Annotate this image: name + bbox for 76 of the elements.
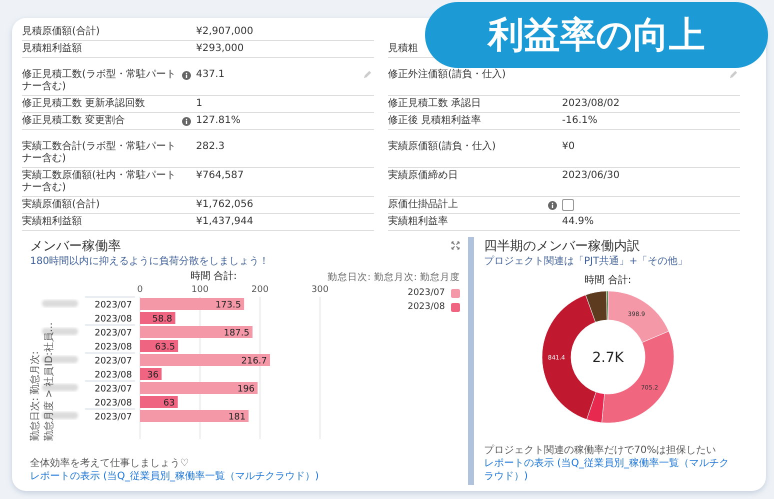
period-label: 2023/08 bbox=[94, 342, 132, 352]
bar-value: 173.5 bbox=[214, 300, 241, 310]
field-value: 2023/08/02 bbox=[562, 98, 620, 110]
bar-value: 58.8 bbox=[152, 314, 172, 324]
field-value: ¥293,000 bbox=[196, 43, 244, 55]
bar-value: 63.5 bbox=[154, 342, 175, 352]
field-label: 実績原価額(請負・仕入) bbox=[388, 141, 497, 153]
report-link[interactable]: レポートの表示 (当Q_従業員別_稼働率一覧（マルチクラウド）) bbox=[30, 470, 460, 483]
expand-icon[interactable] bbox=[451, 241, 460, 250]
field-label: 修正見積工数 承認日 bbox=[388, 98, 482, 110]
field-value: ¥1,437,944 bbox=[196, 216, 254, 228]
field-value: ¥764,587 bbox=[196, 170, 244, 182]
field-label: 実績工数合計(ラボ型・常駐パートナー含む) bbox=[22, 141, 177, 165]
field-label: 見積粗利益額 bbox=[22, 43, 83, 55]
field-label: 修正外注価額(請負・仕入) bbox=[388, 69, 507, 81]
axis-title: 時間 合計: bbox=[189, 271, 237, 283]
field-label: 実績粗利益率 bbox=[388, 216, 449, 228]
checkbox[interactable] bbox=[562, 199, 574, 211]
field-label: 実績原価締め日 bbox=[388, 170, 459, 182]
note-text: プロジェクト関連の稼働率だけで70%は担保したい bbox=[484, 444, 718, 457]
banner: 利益率の向上 bbox=[425, 2, 768, 68]
tick-label: 0 bbox=[136, 285, 142, 295]
period-label: 2023/07 bbox=[94, 356, 132, 366]
period-label: 2023/07 bbox=[94, 384, 132, 394]
period-label: 2023/07 bbox=[94, 300, 132, 310]
field-label: 修正見積工数(ラボ型・常駐パートナー含む) bbox=[22, 69, 177, 93]
period-label: 2023/08 bbox=[94, 314, 132, 324]
field-value: ¥0 bbox=[562, 141, 575, 153]
field-label: 実績粗利益額 bbox=[22, 216, 83, 228]
panel-title: 四半期のメンバー稼働内訳 bbox=[484, 239, 640, 255]
field-label: 原価仕掛品計上 bbox=[388, 199, 459, 211]
field-value: 1 bbox=[196, 98, 202, 110]
field-label: 見積原価額(合計) bbox=[22, 26, 101, 38]
field-value: ¥2,907,000 bbox=[196, 26, 254, 38]
axis-title: 勤怠日次: 勤怠月次: bbox=[30, 351, 42, 441]
tick-label: 300 bbox=[310, 285, 328, 295]
period-label: 2023/08 bbox=[94, 370, 132, 380]
chart-title: 時間 合計: bbox=[584, 275, 632, 287]
field-value: -16.1% bbox=[562, 115, 598, 127]
total-value: 2.7K bbox=[592, 350, 624, 366]
bar-value: 216.7 bbox=[240, 356, 267, 366]
period-label: 2023/07 bbox=[94, 412, 132, 422]
period-label: 2023/08 bbox=[94, 398, 132, 408]
field-value: ¥1,762,056 bbox=[196, 199, 254, 211]
field-label: 修正見積工数 変更割合 bbox=[22, 115, 126, 127]
field-label: 見積粗 bbox=[388, 43, 419, 55]
field-label: 実績工数原価額(社内・常駐パートナー含む) bbox=[22, 170, 177, 194]
field-label: 実績原価額(合計) bbox=[22, 199, 101, 211]
bar-value: 196 bbox=[236, 384, 254, 394]
bar-value: 63 bbox=[162, 398, 174, 408]
field-label: 修正後 見積粗利益率 bbox=[388, 115, 482, 127]
field-value: 2023/06/30 bbox=[562, 170, 620, 182]
bar-value: 181 bbox=[228, 412, 246, 422]
legend-label: 2023/07 bbox=[408, 288, 445, 298]
note-text: 全体効率を考えて仕事しましょう♡ bbox=[30, 457, 190, 470]
tick-label: 100 bbox=[190, 285, 208, 295]
legend-title: 勤怠日次: 勤怠月次: 勤怠月度 bbox=[328, 271, 460, 284]
panel-subtitle: プロジェクト関連は「PJT共通」+「その他」 bbox=[484, 255, 688, 269]
bar-value: 36 bbox=[146, 370, 158, 380]
field-value: 44.9% bbox=[562, 216, 594, 228]
tick-label: 200 bbox=[250, 285, 268, 295]
field-value: 127.81% bbox=[196, 115, 240, 127]
field-value: 282.3 bbox=[196, 141, 225, 153]
bar-value: 187.5 bbox=[223, 328, 250, 338]
report-link[interactable]: レポートの表示 (当Q_従業員別_稼働率一覧（マルチクラウド）) bbox=[484, 457, 732, 483]
info-icon[interactable] bbox=[548, 200, 557, 210]
field-label: 修正見積工数 更新承認回数 bbox=[22, 98, 146, 110]
blurred-name bbox=[42, 300, 78, 307]
period-label: 2023/07 bbox=[94, 328, 132, 338]
axis-title: 勤怠月度 > 社員ID:社員… bbox=[44, 322, 56, 441]
field-value: 437.1 bbox=[196, 69, 225, 81]
panel-title: メンバー稼働率 bbox=[30, 239, 121, 255]
info-icon[interactable] bbox=[182, 70, 191, 80]
legend-label: 2023/08 bbox=[408, 302, 445, 312]
info-icon[interactable] bbox=[182, 116, 191, 126]
panel-subtitle: 180時間以内に抑えるように負荷分散をしましょう！ bbox=[30, 255, 270, 269]
